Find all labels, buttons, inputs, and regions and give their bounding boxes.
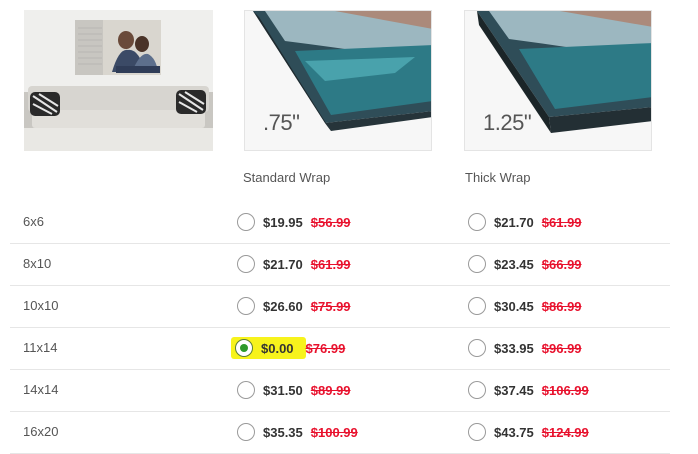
size-label: 6x6 [23,214,44,229]
room-preview-image [24,10,213,151]
thick-wrap-heading: Thick Wrap [465,170,531,185]
original-price: $96.99 [541,340,582,356]
original-price: $61.99 [541,214,582,230]
option-standard-10x10[interactable]: $26.60 $75.99 [237,295,351,317]
selected-highlight: $0.00 [231,337,306,359]
size-label: 8x10 [23,256,52,271]
radio-button[interactable] [237,213,255,231]
table-row: 6x6 $19.95 $56.99 $21.70 $61.99 [10,202,670,244]
radio-button[interactable] [468,297,486,315]
option-standard-14x14[interactable]: $31.50 $89.99 [237,379,351,401]
table-row: 8x10 $21.70 $61.99 $23.45 $66.99 [10,244,670,286]
original-price: $100.99 [310,424,358,440]
sale-price: $26.60 [263,298,303,314]
table-row: 14x14 $31.50 $89.99 $37.45 $106.99 [10,370,670,412]
original-price: $106.99 [541,382,589,398]
standard-wrap-image: .75" [244,10,432,151]
thick-wrap-image: 1.25" [464,10,652,151]
original-price: $56.99 [310,214,351,230]
radio-button[interactable] [237,255,255,273]
size-price-table: 6x6 $19.95 $56.99 $21.70 $61.99 8x10 $21… [10,202,670,454]
sale-price: $43.75 [494,424,534,440]
option-thick-11x14[interactable]: $33.95 $96.99 [468,337,582,359]
standard-wrap-heading: Standard Wrap [243,170,331,185]
sale-price: $30.45 [494,298,534,314]
radio-button[interactable] [237,381,255,399]
original-price: $75.99 [310,298,351,314]
sale-price: $35.35 [263,424,303,440]
option-standard-16x20[interactable]: $35.35 $100.99 [237,421,358,443]
original-price: $124.99 [541,424,589,440]
size-label: 14x14 [23,382,59,397]
option-thick-6x6[interactable]: $21.70 $61.99 [468,211,582,233]
radio-button[interactable] [468,381,486,399]
size-label: 16x20 [23,424,59,439]
original-price: $89.99 [310,382,351,398]
option-standard-6x6[interactable]: $19.95 $56.99 [237,211,351,233]
radio-button[interactable] [237,423,255,441]
table-row: 11x14 $0.00 $76.99 $33.95 $96.99 [10,328,670,370]
original-price: $66.99 [541,256,582,272]
size-label: 10x10 [23,298,59,313]
original-price: $61.99 [310,256,351,272]
radio-button[interactable] [468,339,486,357]
sale-price: $37.45 [494,382,534,398]
thick-wrap-depth-label: 1.25" [483,110,532,135]
option-standard-8x10[interactable]: $21.70 $61.99 [237,253,351,275]
sale-price: $33.95 [494,340,534,356]
original-price: $76.99 [305,340,346,356]
sale-price: $21.70 [263,256,303,272]
sale-price: $21.70 [494,214,534,230]
option-thick-16x20[interactable]: $43.75 $124.99 [468,421,589,443]
table-row: 16x20 $35.35 $100.99 $43.75 $124.99 [10,412,670,454]
radio-button[interactable] [468,423,486,441]
option-thick-8x10[interactable]: $23.45 $66.99 [468,253,582,275]
sale-price: $23.45 [494,256,534,272]
radio-button[interactable] [237,297,255,315]
option-thick-10x10[interactable]: $30.45 $86.99 [468,295,582,317]
sale-price: $19.95 [263,214,303,230]
option-thick-14x14[interactable]: $37.45 $106.99 [468,379,589,401]
table-row: 10x10 $26.60 $75.99 $30.45 $86.99 [10,286,670,328]
option-standard-11x14[interactable]: $0.00 $76.99 [231,337,346,359]
standard-wrap-depth-label: .75" [263,110,300,135]
radio-button-selected[interactable] [235,339,253,357]
radio-button[interactable] [468,213,486,231]
original-price: $86.99 [541,298,582,314]
sale-price: $0.00 [261,340,294,356]
sale-price: $31.50 [263,382,303,398]
radio-button[interactable] [468,255,486,273]
size-label: 11x14 [23,340,58,355]
